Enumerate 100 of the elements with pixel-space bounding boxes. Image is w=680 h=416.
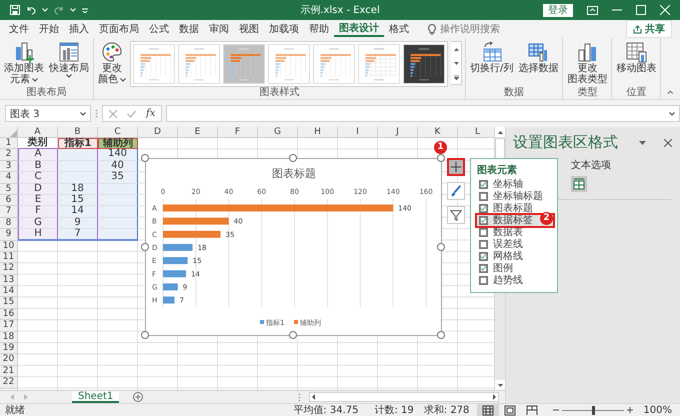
bar[interactable]	[163, 244, 193, 251]
table-cell[interactable]	[98, 184, 138, 195]
ribbon-tab[interactable]: 文件	[4, 20, 34, 38]
bar[interactable]	[163, 296, 174, 304]
checkbox[interactable]	[479, 240, 488, 249]
table-cell[interactable]: 辅助列	[98, 138, 138, 150]
cancel-icon[interactable]	[109, 110, 117, 118]
row-header[interactable]: 21	[0, 366, 18, 378]
sheet-tab[interactable]: Sheet1	[72, 391, 120, 403]
column-header[interactable]: H	[298, 127, 338, 138]
table-cell[interactable]	[58, 172, 98, 184]
column-header[interactable]: B	[58, 127, 98, 138]
pane-options-icon[interactable]	[639, 140, 646, 144]
table-cell[interactable]: 35	[98, 172, 138, 184]
ribbon-tab[interactable]: 公式	[144, 20, 174, 38]
table-cell[interactable]: 140	[98, 149, 138, 161]
column-header[interactable]: F	[218, 127, 258, 138]
change-chart-type-button[interactable]: 更改 图表类型	[566, 40, 608, 86]
formula-input[interactable]	[166, 105, 680, 122]
insert-function-button[interactable]: fx	[146, 108, 156, 119]
checkbox[interactable]	[479, 216, 488, 225]
chart-style-thumbnail[interactable]	[133, 44, 175, 84]
chart-style-thumbnail[interactable]	[223, 44, 265, 84]
column-header[interactable]: J	[378, 127, 418, 138]
checkbox[interactable]	[479, 180, 488, 189]
column-header[interactable]: D	[138, 127, 178, 138]
menu-item[interactable]: 趋势线	[477, 275, 553, 286]
redo-icon[interactable]	[54, 5, 64, 15]
row-header[interactable]: 2	[0, 149, 18, 161]
column-header[interactable]: C	[98, 127, 138, 138]
chart-styles-button[interactable]	[447, 182, 465, 200]
chart-filters-button[interactable]	[447, 206, 465, 224]
row-header[interactable]: 3	[0, 160, 18, 172]
row-header[interactable]: 17	[0, 320, 18, 332]
row-header[interactable]: 7	[0, 206, 18, 218]
share-button[interactable]: 共享	[626, 20, 672, 38]
scroll-right-icon[interactable]	[490, 393, 498, 401]
switch-row-column-button[interactable]: 切换行/列	[469, 40, 514, 75]
maximize-icon[interactable]	[636, 5, 646, 15]
chart-style-thumbnail[interactable]	[268, 44, 310, 84]
row-header[interactable]: 13	[0, 274, 18, 286]
row-header[interactable]: 11	[0, 252, 18, 264]
zoom-slider-thumb[interactable]	[592, 406, 595, 414]
checkbox[interactable]	[479, 228, 488, 237]
checkbox[interactable]	[479, 192, 488, 201]
table-cell[interactable]: G	[18, 218, 58, 230]
table-cell[interactable]	[98, 218, 138, 230]
table-cell[interactable]	[98, 229, 138, 241]
column-header[interactable]: E	[178, 127, 218, 138]
table-cell[interactable]: 18	[58, 184, 98, 195]
ribbon-tab[interactable]: 视图	[234, 20, 264, 38]
ribbon-tab[interactable]: 数据	[174, 20, 204, 38]
row-header[interactable]: 18	[0, 332, 18, 344]
ribbon-tab[interactable]: 审阅	[204, 20, 234, 38]
checkbox[interactable]	[479, 204, 488, 213]
zoom-in-icon[interactable]	[627, 407, 634, 413]
table-cell[interactable]: C	[18, 172, 58, 184]
chart-style-thumbnail[interactable]	[313, 44, 355, 84]
customize-icon[interactable]	[82, 8, 88, 12]
add-sheet-icon[interactable]	[133, 392, 144, 402]
row-header[interactable]: 19	[0, 343, 18, 354]
row-header[interactable]: 22	[0, 377, 18, 389]
checkbox[interactable]	[479, 276, 488, 285]
pane-tab[interactable]: 文本选项	[571, 158, 611, 172]
table-cell[interactable]: 7	[58, 229, 98, 241]
select-data-button[interactable]: 选择数据	[517, 40, 560, 75]
menu-item[interactable]: 坐标轴标题	[477, 191, 553, 202]
ribbon-tab[interactable]: 插入	[64, 20, 94, 38]
table-cell[interactable]: 15	[58, 194, 98, 206]
save-icon[interactable]	[10, 5, 20, 15]
size-properties-button[interactable]	[571, 176, 587, 192]
table-cell[interactable]	[98, 194, 138, 206]
enter-icon[interactable]	[127, 110, 136, 118]
ribbon-tab[interactable]: 开始	[34, 20, 64, 38]
menu-item[interactable]: 误差线	[477, 239, 553, 250]
ribbon-tab[interactable]: 帮助	[304, 20, 334, 38]
table-cell[interactable]: H	[18, 229, 58, 241]
column-header[interactable]: K	[418, 127, 458, 138]
close-icon[interactable]	[664, 138, 672, 146]
tell-me-field[interactable]: 操作说明搜索	[440, 24, 520, 34]
scroll-up-button[interactable]	[495, 127, 505, 137]
row-header[interactable]: 6	[0, 194, 18, 206]
column-header[interactable]: L	[458, 127, 494, 138]
column-header[interactable]: G	[258, 127, 298, 138]
zoom-level[interactable]: 100%	[643, 404, 672, 416]
table-cell[interactable]: B	[18, 160, 58, 172]
ribbon-tab[interactable]: 格式	[384, 20, 414, 38]
row-header[interactable]: 20	[0, 354, 18, 366]
menu-item[interactable]: 图例	[477, 263, 553, 274]
ribbon-tab[interactable]: 页面布局	[94, 20, 144, 38]
table-cell[interactable]	[58, 149, 98, 161]
menu-item[interactable]: 数据表	[477, 227, 553, 238]
sign-in-button[interactable]: 登录	[543, 4, 573, 16]
column-header[interactable]: A	[18, 127, 58, 138]
bar[interactable]	[163, 283, 178, 290]
move-chart-button[interactable]: 移动图表	[615, 40, 658, 75]
ribbon-display-icon[interactable]	[587, 6, 598, 14]
table-cell[interactable]: 9	[58, 218, 98, 230]
scroll-left-icon[interactable]	[310, 393, 318, 401]
table-cell[interactable]: 40	[98, 160, 138, 172]
